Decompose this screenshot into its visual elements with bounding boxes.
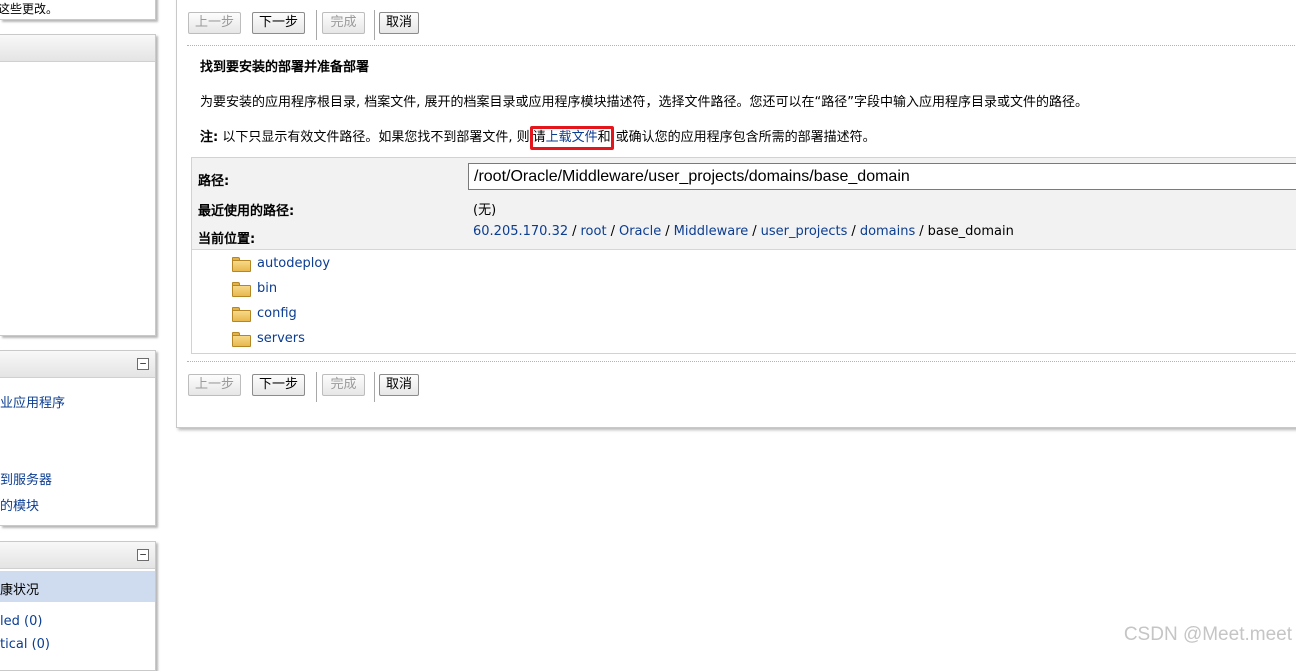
folder-link[interactable]: servers	[257, 331, 305, 346]
file-chooser: 路径: 最近使用的路径: (无) 当前位置: 60.205.170.32/roo…	[191, 157, 1296, 354]
task-link-modules[interactable]: 的模块	[0, 495, 39, 514]
back-button[interactable]: 上一步	[188, 374, 241, 396]
next-button[interactable]: 下一步	[252, 374, 305, 396]
breadcrumb-host[interactable]: 60.205.170.32	[473, 224, 568, 239]
current-location-label: 当前位置:	[198, 232, 256, 247]
folder-icon	[232, 282, 251, 297]
breadcrumb-middleware[interactable]: Middleware	[674, 224, 749, 239]
next-button[interactable]: 下一步	[252, 12, 305, 34]
back-button[interactable]: 上一步	[188, 12, 241, 34]
finish-button[interactable]: 完成	[322, 12, 365, 34]
health-link-failed[interactable]: led (0)	[0, 614, 42, 629]
note-label: 注:	[200, 130, 219, 145]
note-text: 以下只显示有效文件路径。如果您找不到部署文件, 则	[218, 130, 530, 145]
cancel-button[interactable]: 取消	[379, 374, 419, 396]
page-description: 为要安装的应用程序根目录, 档案文件, 展开的档案目录或应用程序模块描述符，选择…	[200, 95, 1088, 110]
breadcrumb-separator: /	[919, 224, 924, 239]
health-header: −	[0, 542, 155, 569]
breadcrumb-separator: /	[572, 224, 577, 239]
button-separator	[374, 372, 375, 402]
watermark: CSDN @Meet.meet	[1123, 624, 1292, 645]
breadcrumb-root[interactable]: root	[581, 224, 607, 239]
note-text-please: 请	[532, 130, 546, 145]
folder-icon	[232, 307, 251, 322]
breadcrumb-oracle[interactable]: Oracle	[619, 224, 661, 239]
folder-link[interactable]: autodeploy	[257, 256, 330, 271]
left-panel-health: − 康状况 led (0) tical (0)	[0, 541, 156, 671]
breadcrumb-separator: /	[665, 224, 670, 239]
page-note: 注: 以下只显示有效文件路径。如果您找不到部署文件, 则请上载文件和 或确认您的应…	[200, 126, 876, 150]
folder-link[interactable]: bin	[257, 281, 277, 296]
note-text-and: 和	[597, 130, 611, 145]
button-separator	[316, 10, 317, 40]
left-panel-header	[0, 35, 155, 62]
deployment-wizard-panel: 上一步 下一步 完成 取消 找到要安装的部署并准备部署 为要安装的应用程序根目录…	[176, 0, 1296, 428]
path-label: 路径:	[198, 174, 230, 189]
finish-button[interactable]: 完成	[322, 374, 365, 396]
breadcrumb: 60.205.170.32/root / Oracle / Middleware / use…	[473, 224, 1014, 239]
collapse-icon[interactable]: −	[137, 549, 149, 561]
left-panel-message-text: 这些更改。	[0, 2, 59, 16]
breadcrumb-separator: /	[851, 224, 856, 239]
cancel-button[interactable]: 取消	[379, 12, 419, 34]
divider	[187, 361, 1296, 362]
left-panel-deploy-tasks: − 业应用程序 到服务器 的模块	[0, 350, 156, 526]
folder-link[interactable]: config	[257, 306, 297, 321]
note-text-end: 或确认您的应用程序包含所需的部署描述符。	[615, 130, 876, 145]
button-separator	[374, 10, 375, 40]
upload-files-link[interactable]: 上载文件	[546, 130, 598, 145]
path-input[interactable]	[468, 163, 1296, 190]
breadcrumb-separator: /	[610, 224, 615, 239]
button-separator	[316, 372, 317, 402]
breadcrumb-domains[interactable]: domains	[860, 224, 915, 239]
task-link-to-server[interactable]: 到服务器	[0, 469, 52, 488]
health-selected-label: 康状况	[0, 583, 40, 598]
breadcrumb-current: base_domain	[927, 224, 1014, 239]
recent-paths-label: 最近使用的路径:	[198, 204, 295, 219]
breadcrumb-separator: /	[752, 224, 757, 239]
page-title: 找到要安装的部署并准备部署	[200, 60, 370, 75]
left-panel-message: 这些更改。	[0, 0, 156, 20]
folder-icon	[232, 257, 251, 272]
breadcrumb-user-projects[interactable]: user_projects	[761, 224, 848, 239]
folder-icon	[232, 332, 251, 347]
deploy-tasks-header: −	[0, 351, 155, 378]
collapse-icon[interactable]: −	[137, 358, 149, 370]
health-selected-item[interactable]: 康状况	[0, 571, 155, 602]
highlight-box: 请上载文件和	[529, 126, 614, 150]
task-link-enterprise-app[interactable]: 业应用程序	[0, 392, 65, 411]
health-link-critical[interactable]: tical (0)	[0, 637, 50, 652]
divider	[187, 45, 1296, 46]
recent-paths-value: (无)	[473, 203, 497, 218]
file-chooser-header: 路径: 最近使用的路径: (无) 当前位置: 60.205.170.32/roo…	[192, 158, 1296, 250]
left-panel-empty	[0, 34, 156, 336]
